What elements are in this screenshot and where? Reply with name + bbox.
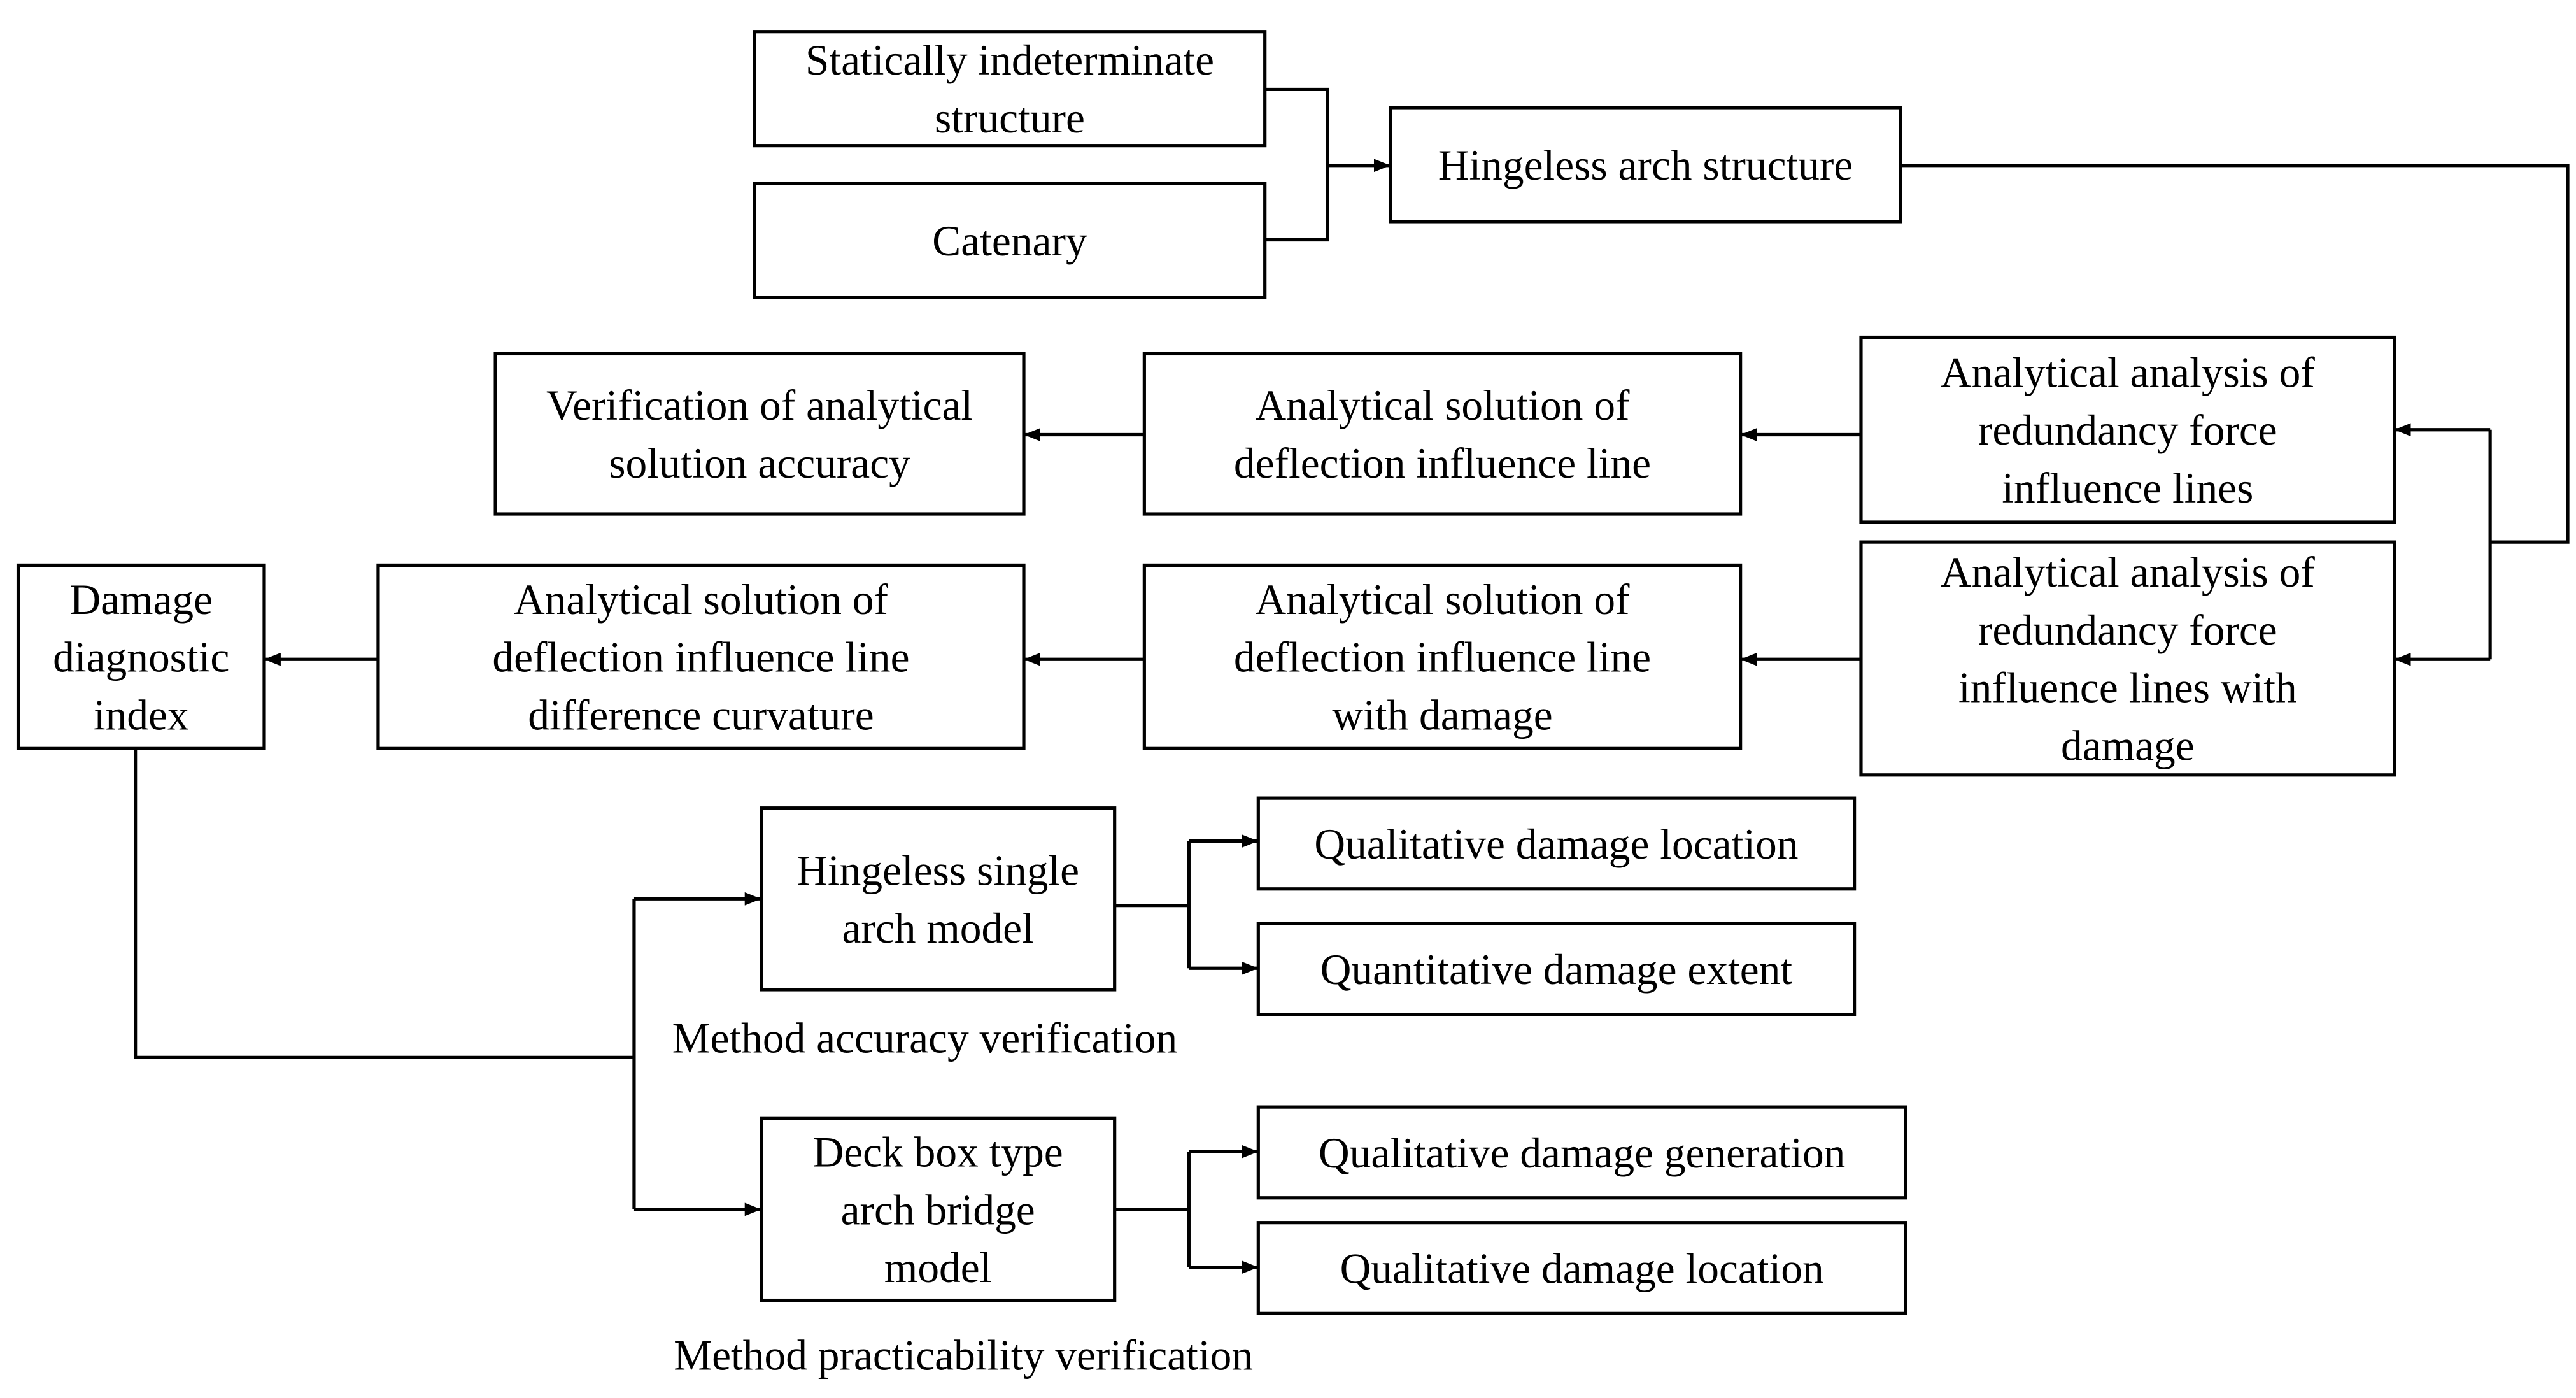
node-text: Qualitative damage location: [1340, 1245, 1824, 1292]
node-box: [493, 352, 1026, 516]
node-verification: Verification of analytical solution accur…: [493, 352, 1026, 516]
node-text: Quantitative damage extent: [1320, 946, 1793, 994]
node-text: Analytical analysis of: [1941, 348, 2315, 396]
label-method-accuracy: Method accuracy verification: [672, 1015, 1178, 1062]
flowchart-diagram: Statically indeterminate structure Catenar…: [16, 30, 2570, 1379]
node-box: [1142, 352, 1743, 516]
node-quant-extent: Quantitative damage extent: [1256, 922, 1857, 1016]
node-text: damage: [2061, 722, 2195, 769]
node-text: Hingeless single: [796, 846, 1079, 894]
node-text: Analytical solution of: [514, 576, 889, 624]
node-text: Analytical solution of: [1256, 576, 1631, 624]
node-text: Verification of analytical: [546, 382, 973, 429]
node-text: deflection influence line: [1234, 634, 1651, 681]
node-text: arch model: [842, 904, 1033, 952]
node-text: influence lines with: [1958, 664, 2297, 712]
node-hingeless-arch: Hingeless arch structure: [1389, 106, 1902, 224]
node-qual-location-2: Qualitative damage location: [1256, 1221, 1907, 1315]
node-text: Analytical analysis of: [1941, 548, 2315, 596]
node-text: arch bridge: [841, 1186, 1035, 1234]
node-text: Statically indeterminate: [805, 36, 1214, 84]
node-text: deflection influence line: [492, 634, 909, 681]
node-text: deflection influence line: [1234, 439, 1651, 487]
connector-line: [134, 748, 634, 1059]
node-text: redundancy force: [1978, 606, 2277, 654]
node-deflection-il-damage: Analytical solution of deflection influen…: [1142, 563, 1743, 750]
node-qual-location-1: Qualitative damage location: [1256, 796, 1857, 891]
node-text: Deck box type: [813, 1128, 1063, 1176]
label-method-practicability: Method practicability verification: [674, 1331, 1253, 1379]
node-damage-index: Damage diagnostic index: [16, 563, 266, 750]
node-text: model: [884, 1244, 992, 1292]
flowchart: Statically indeterminate structure Catenar…: [0, 0, 2576, 1398]
node-catenary: Catenary: [753, 182, 1267, 299]
node-statically-indeterminate: Statically indeterminate structure: [753, 30, 1267, 148]
node-text: redundancy force: [1978, 406, 2277, 454]
node-box: [760, 806, 1117, 992]
node-single-arch-model: Hingeless single arch model: [760, 806, 1117, 992]
node-difference-curvature: Analytical solution of deflection influen…: [376, 563, 1026, 750]
node-redundancy-il: Analytical analysis of redundancy force in…: [1859, 335, 2396, 524]
node-text: Analytical solution of: [1256, 382, 1631, 429]
node-text: Qualitative damage generation: [1319, 1129, 1845, 1177]
nodes: Statically indeterminate structure Catenar…: [16, 30, 2396, 1315]
node-text: structure: [935, 94, 1085, 142]
node-redundancy-il-damage: Analytical analysis of redundancy force in…: [1859, 540, 2396, 777]
node-text: index: [94, 691, 189, 739]
connector-line: [1264, 87, 1329, 242]
node-text: difference curvature: [528, 691, 874, 739]
node-text: Hingeless arch structure: [1438, 141, 1853, 189]
node-text: influence lines: [2002, 464, 2253, 512]
node-qual-generation: Qualitative damage generation: [1256, 1105, 1907, 1200]
node-text: solution accuracy: [609, 439, 910, 487]
node-text: Qualitative damage location: [1314, 820, 1798, 868]
node-text: Catenary: [932, 217, 1087, 265]
node-text: Damage: [69, 576, 213, 624]
node-deflection-il: Analytical solution of deflection influen…: [1142, 352, 1743, 516]
node-deck-box-model: Deck box type arch bridge model: [760, 1116, 1117, 1302]
node-text: with damage: [1332, 691, 1552, 739]
node-text: diagnostic: [53, 634, 229, 681]
